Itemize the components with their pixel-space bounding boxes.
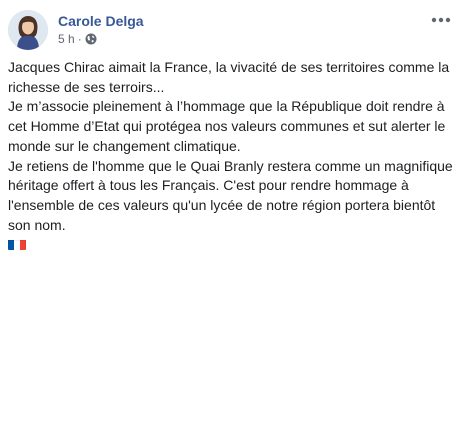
post-text: Jacques Chirac aimait la France, la viva… [8,58,458,256]
post-paragraph: Jacques Chirac aimait la France, la viva… [8,59,450,95]
meta-separator: · [77,32,82,46]
more-options-icon [431,17,451,23]
author-name[interactable]: Carole Delga [58,13,144,29]
french-flag-icon [8,238,26,251]
post-header: Carole Delga 5 h · [8,8,459,52]
avatar-image [8,10,48,50]
post-meta: 5 h · [58,32,97,46]
post-paragraph: Je retiens de l'homme que le Quai Branly… [8,157,453,233]
post-timestamp[interactable]: 5 h [58,32,75,46]
avatar[interactable] [8,10,48,50]
globe-icon[interactable] [85,33,97,45]
post-paragraph: Je m’associe pleinement à l’hommage que … [8,98,446,154]
more-options-button[interactable] [429,12,453,28]
